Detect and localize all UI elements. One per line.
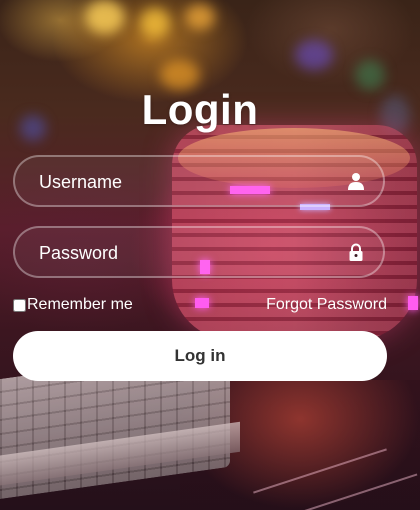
bokeh-light <box>85 0 125 34</box>
login-title: Login <box>141 86 259 133</box>
password-input[interactable] <box>37 228 341 278</box>
forgot-password-link[interactable]: Forgot Password <box>266 296 387 314</box>
login-button[interactable]: Log in <box>13 331 387 381</box>
lock-icon <box>349 243 363 261</box>
neon-pixel <box>408 296 418 310</box>
bokeh-light <box>295 40 333 70</box>
username-input[interactable] <box>37 157 341 207</box>
bokeh-light <box>140 8 170 38</box>
password-field[interactable] <box>13 226 385 278</box>
user-icon <box>348 173 364 190</box>
login-screen: Login Remember me Forgot Password Log in <box>0 0 420 510</box>
bokeh-light <box>185 4 215 30</box>
remember-me-checkbox[interactable] <box>13 298 26 312</box>
options-row: Remember me Forgot Password <box>13 296 387 316</box>
remember-me[interactable]: Remember me <box>13 296 133 314</box>
username-field[interactable] <box>13 155 385 207</box>
remember-me-label: Remember me <box>27 296 133 313</box>
